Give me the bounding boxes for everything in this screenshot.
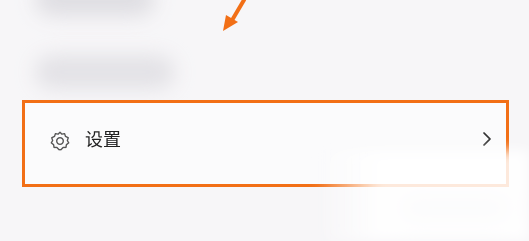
watermark-fade — [315, 150, 529, 241]
blurred-menu-item — [35, 0, 155, 16]
annotation-arrow-icon — [223, 0, 246, 31]
blurred-menu-item — [35, 55, 175, 89]
chevron-right-icon — [483, 132, 491, 146]
settings-label: 设置 — [85, 130, 121, 151]
gear-icon — [50, 131, 70, 151]
